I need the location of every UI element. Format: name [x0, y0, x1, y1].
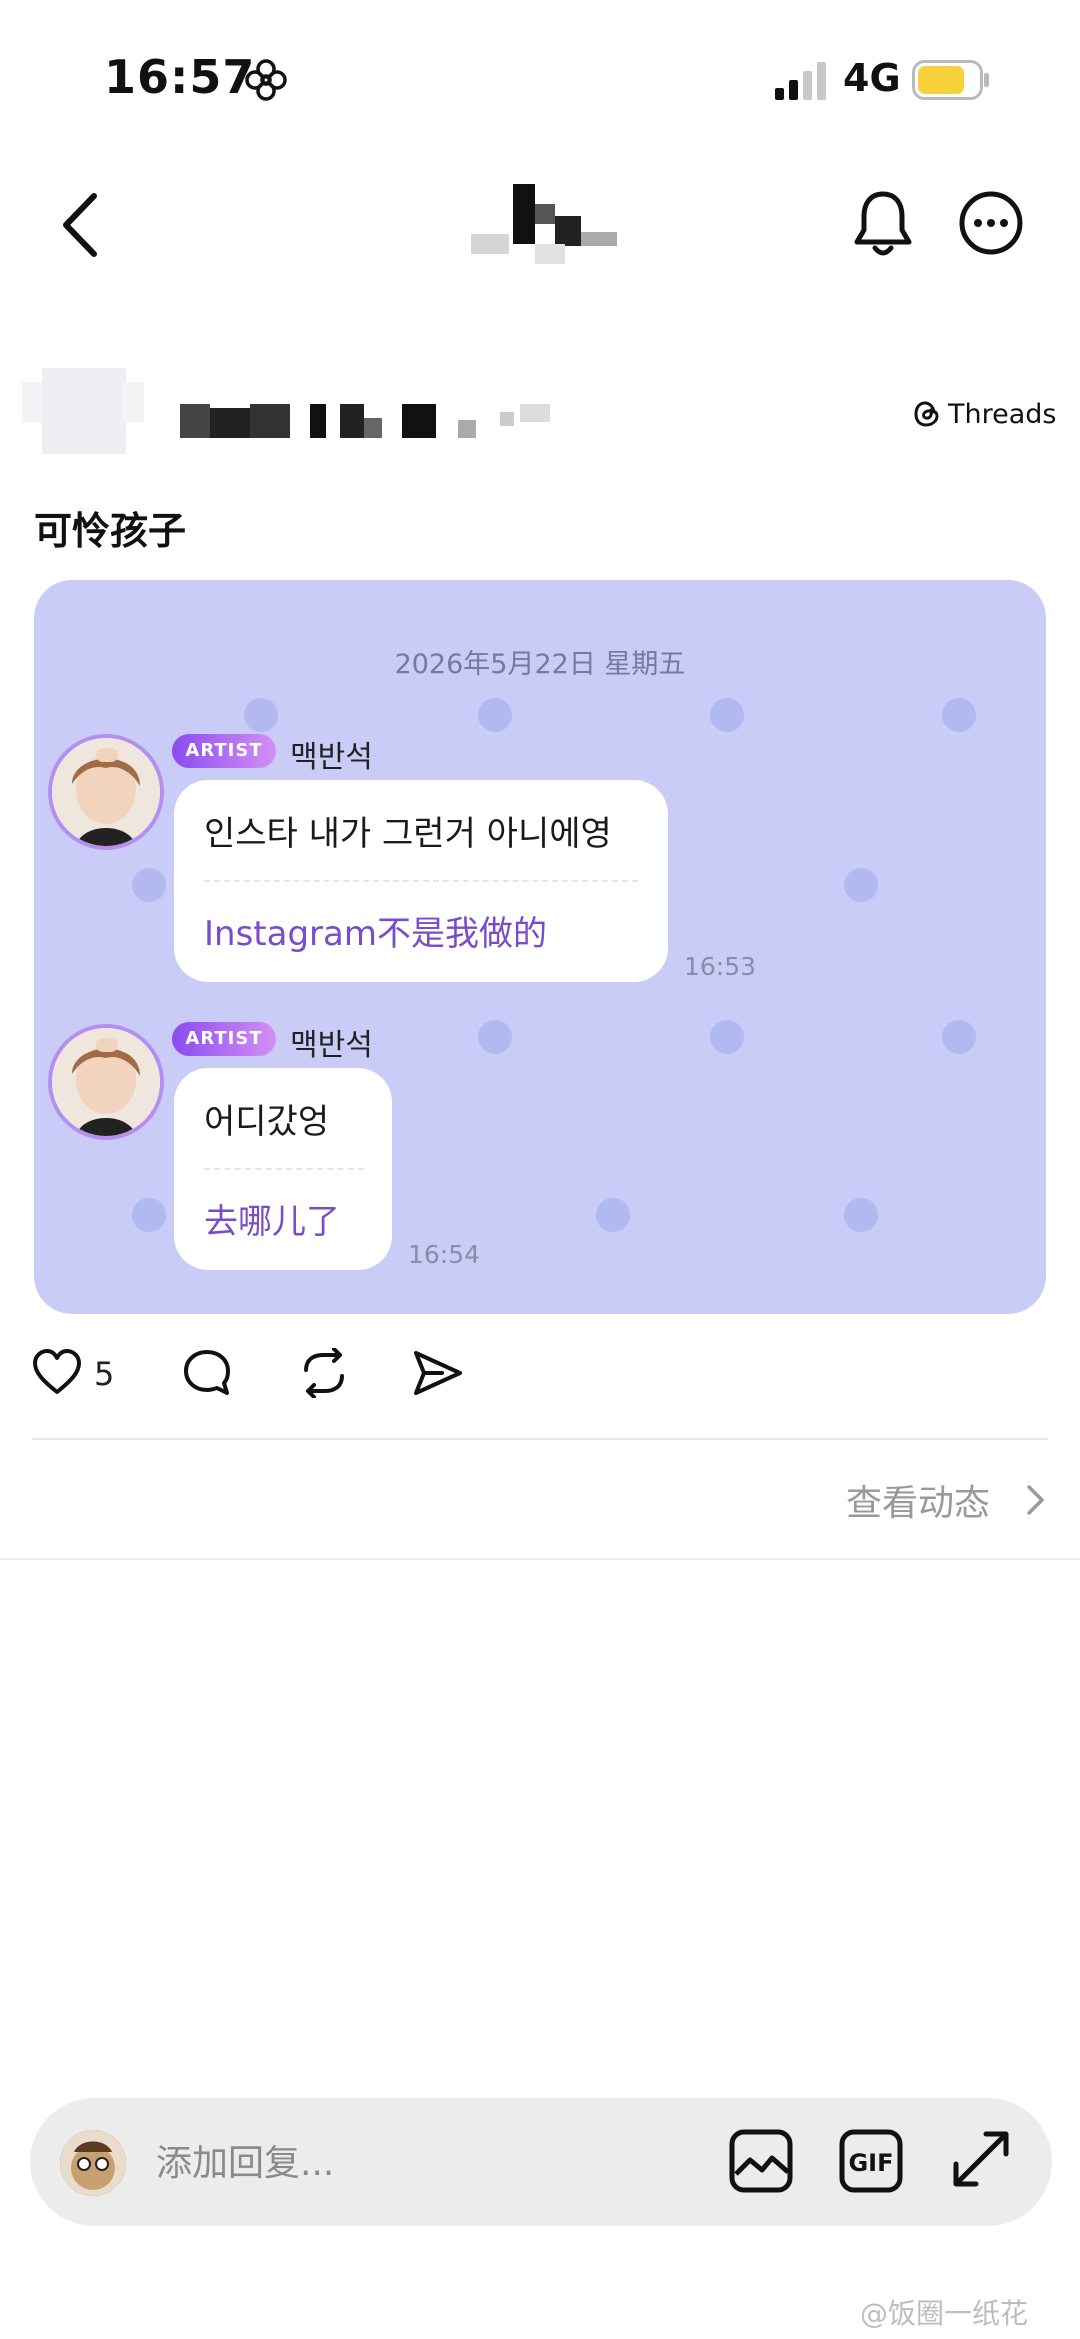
message-bubble[interactable]: 어디갔엉 去哪儿了 [174, 1068, 392, 1270]
threads-logo-icon [914, 401, 939, 427]
battery-icon [912, 60, 989, 100]
author-name-blurred[interactable] [180, 398, 560, 442]
flower-focus-icon [245, 59, 287, 101]
user-avatar[interactable] [60, 2130, 126, 2196]
post-text: 可怜孩子 [34, 509, 187, 553]
bubble-separator [204, 1168, 364, 1170]
artist-badge: ARTIST [172, 734, 276, 768]
like-count: 5 [94, 1355, 115, 1393]
artist-photo [52, 1028, 160, 1136]
signal-icon [775, 62, 826, 100]
expand-icon[interactable] [950, 2128, 1012, 2190]
back-icon[interactable] [58, 190, 102, 260]
sender-name: 맥반석 [290, 740, 373, 775]
image-attach-icon[interactable] [728, 2128, 794, 2194]
message-time: 16:53 [684, 952, 757, 981]
artist-photo [52, 738, 160, 846]
threads-label: Threads [948, 398, 1057, 430]
message-bubble[interactable]: 인스타 내가 그런거 아니에영 Instagram不是我做的 [174, 780, 668, 982]
more-options-icon[interactable] [958, 190, 1024, 256]
message-translation: Instagram不是我做的 [204, 914, 547, 954]
blurred-profile-title [471, 184, 617, 264]
bubble-separator [204, 880, 638, 882]
divider [32, 1438, 1048, 1440]
comment-icon[interactable] [182, 1348, 232, 1398]
gif-icon[interactable]: GIF [838, 2128, 904, 2194]
share-icon[interactable] [412, 1348, 464, 1398]
message-time: 16:54 [408, 1240, 481, 1269]
artist-badge: ARTIST [172, 1022, 276, 1056]
chat-date: 2026年5月22日 星期五 [394, 649, 686, 680]
message-korean: 어디갔엉 [204, 1102, 330, 1142]
artist-avatar[interactable] [48, 734, 164, 850]
svg-text:GIF: GIF [848, 2149, 893, 2177]
network-type: 4G [843, 56, 901, 100]
divider [0, 1558, 1080, 1560]
message-translation: 去哪儿了 [204, 1202, 340, 1242]
threads-source-label[interactable]: Threads [912, 394, 1056, 434]
author-avatar-blurred[interactable] [22, 354, 146, 464]
user-avatar-image [60, 2130, 126, 2196]
artist-avatar[interactable] [48, 1024, 164, 1140]
reply-input[interactable] [156, 2138, 676, 2188]
watermark: @饭圈一纸花 [860, 2297, 1029, 2330]
heart-icon[interactable] [32, 1348, 82, 1398]
message-korean: 인스타 내가 그런거 아니에영 [204, 814, 612, 854]
chevron-right-icon[interactable] [1024, 1482, 1048, 1518]
chat-screenshot-card[interactable]: 2026年5月22日 星期五 ARTIST 맥반석 인스타 내가 그런거 아니에… [34, 580, 1046, 1314]
bell-icon[interactable] [852, 188, 914, 260]
view-activity-link[interactable]: 查看动态 [846, 1474, 990, 1526]
sender-name: 맥반석 [290, 1028, 373, 1063]
repost-icon[interactable] [298, 1348, 350, 1398]
status-time: 16:57 [104, 50, 256, 104]
